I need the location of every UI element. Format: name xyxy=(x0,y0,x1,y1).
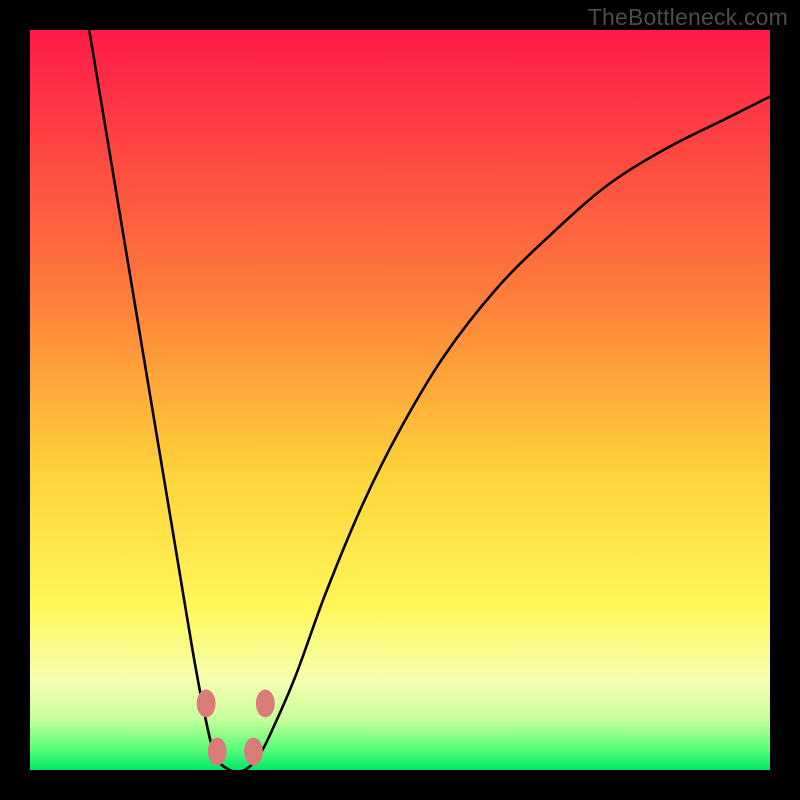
watermark-text: TheBottleneck.com xyxy=(588,4,788,31)
plot-area xyxy=(30,30,770,770)
curve-marker xyxy=(197,690,216,718)
curve-marker xyxy=(208,738,227,766)
curve-marker xyxy=(244,738,263,766)
chart-frame: TheBottleneck.com xyxy=(0,0,800,800)
curve-layer xyxy=(30,30,770,770)
curve-marker xyxy=(256,690,275,718)
bottleneck-curve xyxy=(89,30,770,770)
